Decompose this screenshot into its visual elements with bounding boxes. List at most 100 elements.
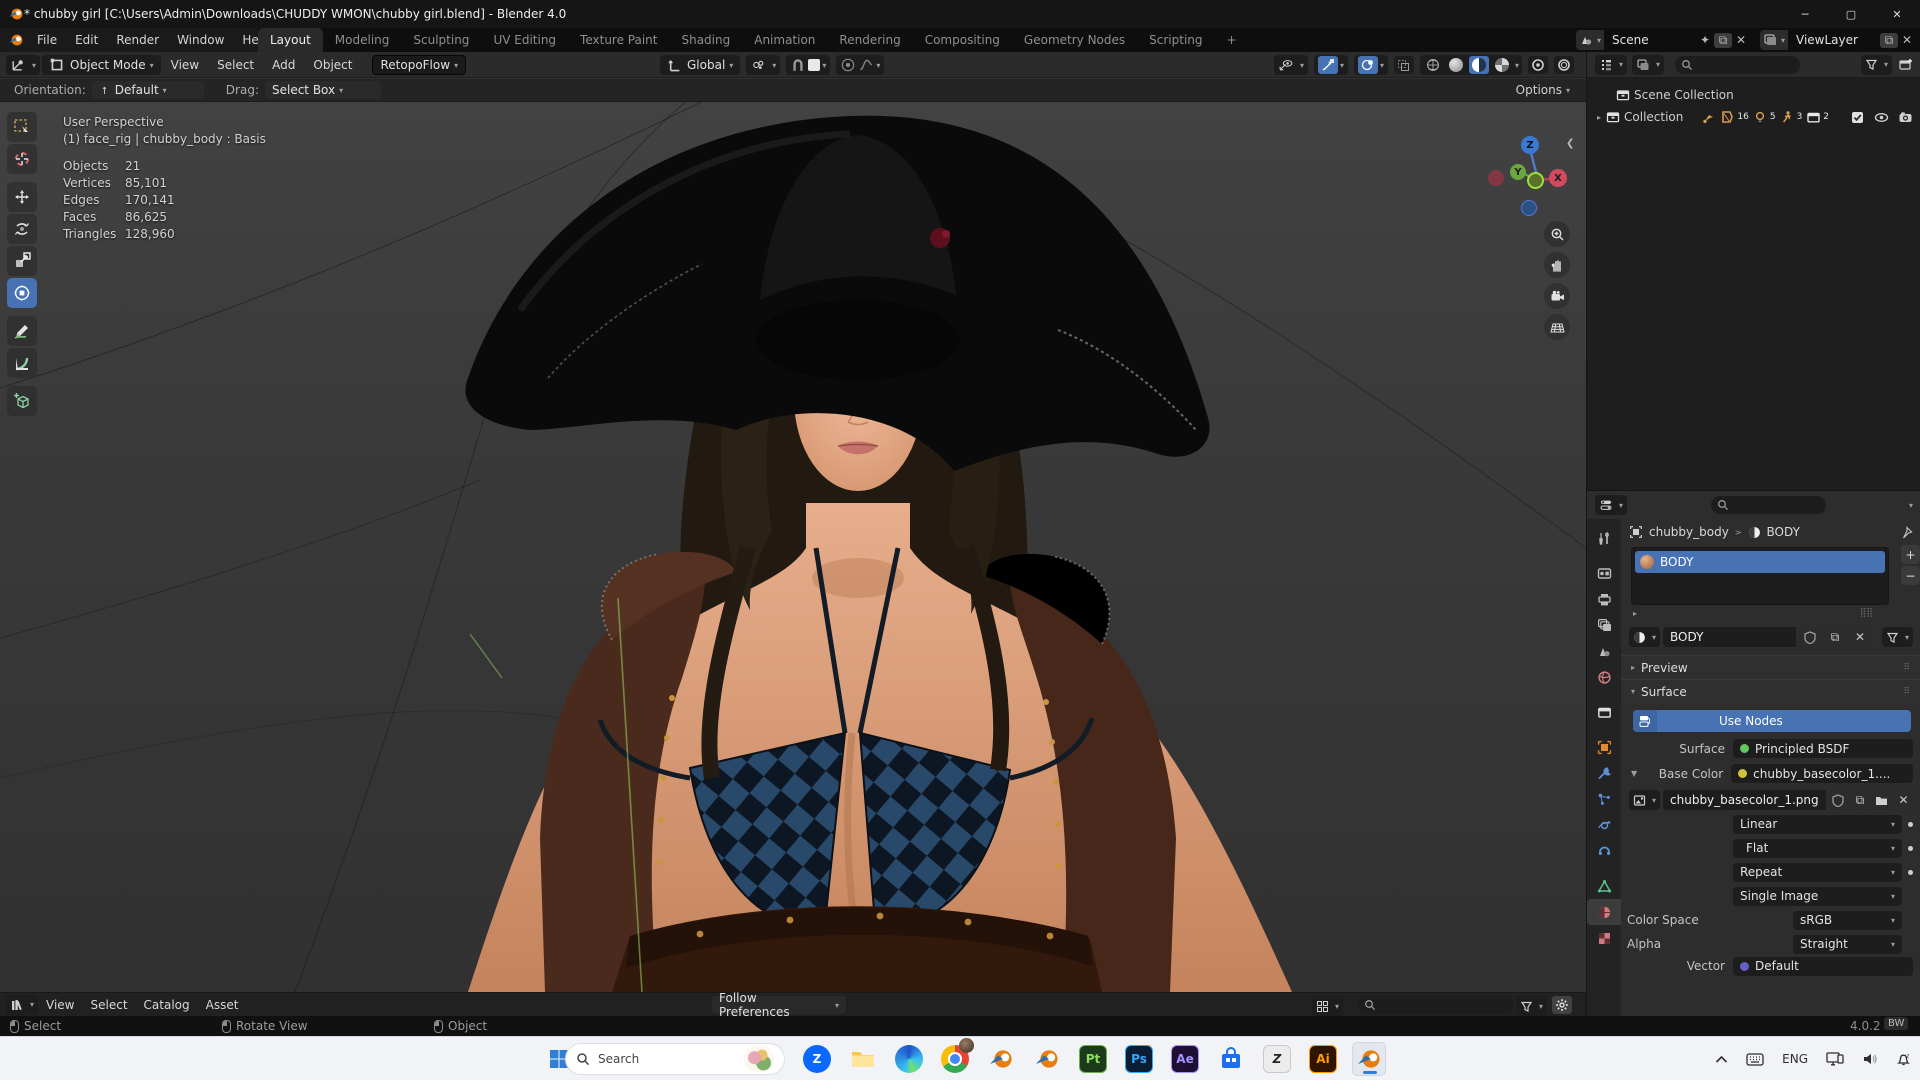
zoom-button[interactable] [1544, 221, 1570, 247]
app-blender-1[interactable] [984, 1042, 1018, 1076]
tab-shading[interactable]: Shading [669, 28, 742, 52]
shading-chevron[interactable]: ▾ [1515, 61, 1519, 70]
tray-volume-icon[interactable] [1862, 1052, 1878, 1066]
browse-image-dropdown[interactable] [1629, 790, 1660, 810]
image-fake-user-button[interactable] [1829, 790, 1848, 810]
tab-uv-editing[interactable]: UV Editing [481, 28, 568, 52]
properties-options-chevron[interactable]: ▾ [1909, 501, 1913, 510]
new-collection-button[interactable] [1897, 57, 1913, 73]
menu-edit[interactable]: Edit [66, 28, 107, 52]
app-zbrush[interactable]: Z [1260, 1042, 1294, 1076]
tab-rendering[interactable]: Rendering [827, 28, 912, 52]
show-gizmos-toggle[interactable] [1318, 56, 1338, 74]
tab-object-data[interactable] [1587, 873, 1621, 899]
taskbar-search[interactable]: Search [565, 1043, 785, 1075]
viewport-menu-view[interactable]: View [163, 58, 207, 72]
viewport-canvas[interactable]: User Perspective (1) face_rig | chubby_b… [0, 102, 1586, 992]
tray-keyboard-icon[interactable] [1746, 1053, 1764, 1066]
exclude-checkbox[interactable] [1850, 110, 1865, 125]
close-button[interactable]: ✕ [1874, 0, 1920, 28]
add-material-slot-button[interactable]: + [1901, 545, 1920, 564]
orientation-select[interactable]: Default [92, 81, 204, 99]
viewport-menu-select[interactable]: Select [209, 58, 262, 72]
scene-collection-label[interactable]: Scene Collection [1634, 88, 1734, 102]
asset-settings-gear-button[interactable] [1552, 996, 1572, 1014]
tab-texture-paint[interactable]: Texture Paint [568, 28, 669, 52]
tray-network-icon[interactable] [1826, 1052, 1844, 1066]
properties-search-input[interactable] [1711, 496, 1826, 514]
pan-hand-button[interactable] [1544, 252, 1570, 278]
delete-scene-icon[interactable]: ✕ [1732, 33, 1750, 47]
tray-language[interactable]: ENG [1782, 1052, 1808, 1066]
outliner-filter-dropdown[interactable] [1861, 55, 1892, 75]
app-microsoft-store[interactable] [1214, 1042, 1248, 1076]
source-select[interactable]: Single Image [1733, 887, 1902, 906]
proportional-edit-icon[interactable] [840, 57, 856, 73]
menu-file[interactable]: File [28, 28, 66, 52]
image-name-field[interactable]: chubby_basecolor_1.png [1663, 790, 1826, 810]
tool-annotate[interactable] [7, 316, 37, 346]
outliner-row-scene-collection[interactable]: Scene Collection [1615, 84, 1734, 106]
material-name-field[interactable]: BODY [1663, 627, 1796, 647]
overlays-chevron[interactable]: ▾ [1380, 61, 1384, 70]
drag-select[interactable]: Select Box [265, 81, 381, 99]
view-layer-icon[interactable] [1760, 30, 1788, 50]
tab-scripting[interactable]: Scripting [1137, 28, 1214, 52]
material-slot-list[interactable]: BODY [1631, 547, 1889, 605]
unlink-image-button[interactable]: ✕ [1894, 790, 1913, 810]
retopoflow-menu[interactable]: RetopoFlow [372, 55, 466, 75]
sidebar-collapse-arrow[interactable]: ❮ [1566, 138, 1574, 149]
tool-scale[interactable] [7, 246, 37, 276]
tool-select-box[interactable] [7, 112, 37, 142]
drag-handle-dots[interactable]: ⣿⣿ [1860, 608, 1873, 618]
gizmo-z-axis[interactable]: Z [1521, 136, 1539, 154]
scene-icon[interactable] [1576, 30, 1604, 50]
snap-settings-chevron[interactable]: ▾ [822, 61, 826, 70]
expand-arrow-icon[interactable]: ▸ [1597, 113, 1601, 122]
hide-eye-icon[interactable] [1874, 110, 1889, 125]
properties-editor-type-dropdown[interactable] [1595, 495, 1627, 515]
tab-sculpting[interactable]: Sculpting [401, 28, 481, 52]
camera-view-button[interactable] [1544, 283, 1570, 309]
outliner-search-input[interactable] [1675, 56, 1800, 74]
gizmo-z-negative[interactable] [1521, 200, 1537, 216]
asset-menu-view[interactable]: View [38, 998, 82, 1012]
outliner-display-mode-dropdown[interactable] [1595, 55, 1627, 75]
editor-type-dropdown[interactable] [6, 55, 40, 75]
base-color-field[interactable]: chubby_basecolor_1.... [1731, 764, 1913, 783]
pin-icon[interactable]: ✦ [1696, 33, 1714, 47]
scene-name[interactable]: Scene [1604, 33, 1696, 47]
add-workspace-button[interactable]: + [1215, 28, 1249, 52]
menu-window[interactable]: Window [168, 28, 233, 52]
shading-solid-button[interactable] [1446, 56, 1466, 74]
use-nodes-button[interactable]: Use Nodes [1633, 710, 1911, 732]
gizmo-y-axis[interactable]: Y [1510, 164, 1526, 180]
vector-field[interactable]: Default [1733, 957, 1913, 976]
shading-rendered-button[interactable] [1492, 56, 1512, 74]
tab-constraints[interactable] [1587, 838, 1621, 864]
search-highlight-image[interactable] [744, 1046, 774, 1072]
app-chrome[interactable] [938, 1042, 972, 1076]
asset-menu-catalog[interactable]: Catalog [136, 998, 198, 1012]
interpolation-select[interactable]: Linear [1733, 815, 1902, 834]
app-zalo[interactable]: Z [800, 1042, 834, 1076]
tab-animation[interactable]: Animation [742, 28, 827, 52]
gizmo-x-negative[interactable] [1488, 170, 1504, 186]
asset-menu-asset[interactable]: Asset [198, 998, 247, 1012]
copy-scene-icon[interactable]: ⧉ [1714, 33, 1732, 48]
tool-measure[interactable] [7, 348, 37, 378]
minimize-button[interactable]: ─ [1782, 0, 1828, 28]
new-material-copy-button[interactable]: ⧉ [1824, 627, 1846, 647]
app-after-effects[interactable]: Ae [1168, 1042, 1202, 1076]
tab-texture[interactable] [1587, 925, 1621, 951]
gizmo-y-negative-active[interactable] [1527, 172, 1544, 189]
ortho-grid-button[interactable] [1544, 314, 1570, 340]
view-layer-name[interactable]: ViewLayer [1788, 33, 1880, 47]
slot-specials-arrow[interactable]: ▸ [1633, 609, 1637, 618]
tab-world[interactable] [1587, 664, 1621, 690]
tab-scene[interactable] [1587, 638, 1621, 664]
shading-material-preview-button[interactable] [1469, 56, 1489, 74]
tab-particles[interactable] [1587, 786, 1621, 812]
surface-shader-field[interactable]: Principled BSDF [1733, 739, 1913, 758]
viewport-menu-add[interactable]: Add [264, 58, 303, 72]
